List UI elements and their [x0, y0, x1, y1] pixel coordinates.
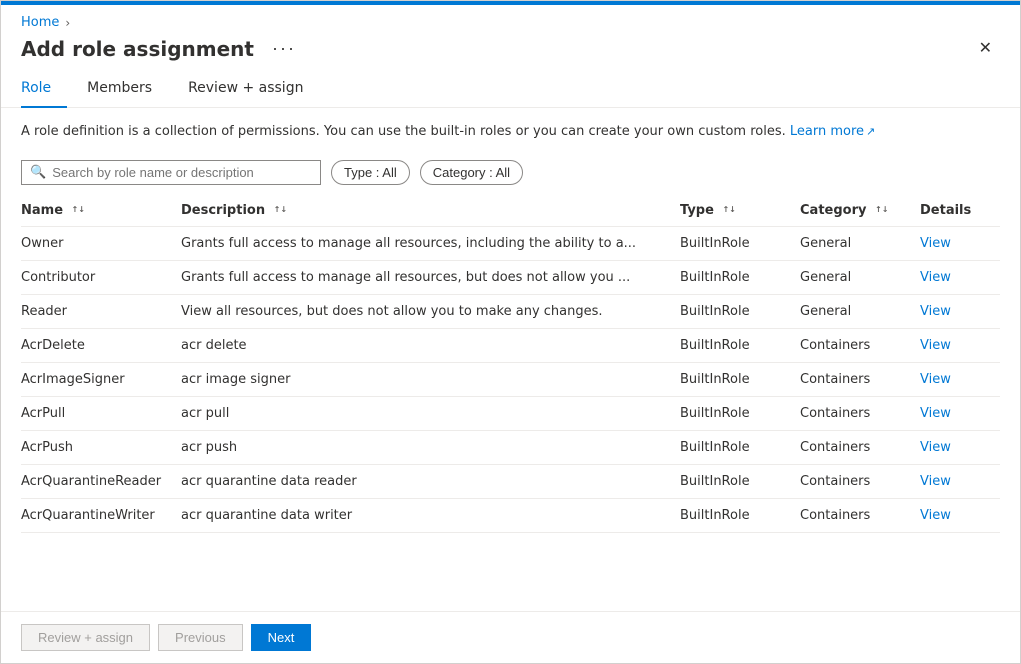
table-row[interactable]: AcrQuarantineWriteracr quarantine data w…: [21, 498, 1000, 532]
roles-table-container: Name ↑↓ Description ↑↓ Type ↑↓ Category …: [1, 195, 1020, 612]
main-window: Home › Add role assignment ··· ✕ Role Me…: [0, 0, 1021, 664]
table-body: OwnerGrants full access to manage all re…: [21, 226, 1000, 532]
cell-type: BuiltInRole: [680, 294, 800, 328]
cell-description: Grants full access to manage all resourc…: [181, 226, 680, 260]
roles-table: Name ↑↓ Description ↑↓ Type ↑↓ Category …: [21, 195, 1000, 533]
next-button[interactable]: Next: [251, 624, 312, 651]
cell-category: Containers: [800, 430, 920, 464]
cell-category: Containers: [800, 498, 920, 532]
cell-description: View all resources, but does not allow y…: [181, 294, 680, 328]
cell-category: Containers: [800, 362, 920, 396]
cell-type: BuiltInRole: [680, 464, 800, 498]
search-icon: 🔍: [30, 165, 46, 180]
learn-more-link[interactable]: Learn more↗: [790, 124, 875, 139]
cell-category: Containers: [800, 464, 920, 498]
cell-type: BuiltInRole: [680, 328, 800, 362]
cell-description: acr image signer: [181, 362, 680, 396]
cell-details-view-link[interactable]: View: [920, 430, 1000, 464]
breadcrumb-home-link[interactable]: Home: [21, 15, 59, 30]
cell-type: BuiltInRole: [680, 226, 800, 260]
tabs-container: Role Members Review + assign: [1, 71, 1020, 108]
cell-description: acr pull: [181, 396, 680, 430]
table-header-row: Name ↑↓ Description ↑↓ Type ↑↓ Category …: [21, 195, 1000, 227]
cell-category: Containers: [800, 396, 920, 430]
cell-details-view-link[interactable]: View: [920, 226, 1000, 260]
external-link-icon: ↗: [866, 125, 875, 138]
cell-category: General: [800, 294, 920, 328]
cell-details-view-link[interactable]: View: [920, 498, 1000, 532]
cell-type: BuiltInRole: [680, 430, 800, 464]
table-row[interactable]: ReaderView all resources, but does not a…: [21, 294, 1000, 328]
tab-review-assign[interactable]: Review + assign: [188, 72, 319, 108]
sort-icon-type: ↑↓: [722, 206, 735, 214]
cell-name: AcrPull: [21, 396, 181, 430]
cell-description: acr push: [181, 430, 680, 464]
cell-type: BuiltInRole: [680, 362, 800, 396]
description-text: A role definition is a collection of per…: [21, 124, 786, 139]
cell-category: General: [800, 260, 920, 294]
page-title: Add role assignment: [21, 37, 254, 61]
cell-name: AcrPush: [21, 430, 181, 464]
cell-details-view-link[interactable]: View: [920, 294, 1000, 328]
table-row[interactable]: ContributorGrants full access to manage …: [21, 260, 1000, 294]
category-filter-button[interactable]: Category : All: [420, 160, 523, 185]
cell-details-view-link[interactable]: View: [920, 260, 1000, 294]
cell-details-view-link[interactable]: View: [920, 328, 1000, 362]
table-row[interactable]: OwnerGrants full access to manage all re…: [21, 226, 1000, 260]
cell-name: Reader: [21, 294, 181, 328]
table-row[interactable]: AcrQuarantineReaderacr quarantine data r…: [21, 464, 1000, 498]
cell-type: BuiltInRole: [680, 260, 800, 294]
close-button[interactable]: ✕: [971, 37, 1000, 61]
sort-icon-category: ↑↓: [875, 206, 888, 214]
col-header-description[interactable]: Description ↑↓: [181, 195, 680, 227]
cell-name: AcrQuarantineWriter: [21, 498, 181, 532]
col-header-details: Details: [920, 195, 1000, 227]
table-row[interactable]: AcrDeleteacr deleteBuiltInRoleContainers…: [21, 328, 1000, 362]
cell-description: Grants full access to manage all resourc…: [181, 260, 680, 294]
col-header-category[interactable]: Category ↑↓: [800, 195, 920, 227]
breadcrumb-separator: ›: [65, 16, 70, 30]
table-row[interactable]: AcrPushacr pushBuiltInRoleContainersView: [21, 430, 1000, 464]
footer: Review + assign Previous Next: [1, 611, 1020, 663]
search-box: 🔍: [21, 160, 321, 185]
cell-name: AcrQuarantineReader: [21, 464, 181, 498]
description-area: A role definition is a collection of per…: [1, 108, 1020, 152]
review-assign-button[interactable]: Review + assign: [21, 624, 150, 651]
table-row[interactable]: AcrPullacr pullBuiltInRoleContainersView: [21, 396, 1000, 430]
cell-name: Contributor: [21, 260, 181, 294]
cell-description: acr quarantine data writer: [181, 498, 680, 532]
cell-name: AcrDelete: [21, 328, 181, 362]
type-filter-button[interactable]: Type : All: [331, 160, 410, 185]
sort-icon-description: ↑↓: [274, 206, 287, 214]
cell-name: AcrImageSigner: [21, 362, 181, 396]
ellipsis-button[interactable]: ···: [266, 36, 302, 61]
filter-row: 🔍 Type : All Category : All: [1, 152, 1020, 195]
table-row[interactable]: AcrImageSigneracr image signerBuiltInRol…: [21, 362, 1000, 396]
header-row: Add role assignment ··· ✕: [1, 34, 1020, 71]
col-header-name[interactable]: Name ↑↓: [21, 195, 181, 227]
cell-type: BuiltInRole: [680, 498, 800, 532]
breadcrumb: Home ›: [1, 5, 1020, 34]
cell-category: General: [800, 226, 920, 260]
cell-details-view-link[interactable]: View: [920, 464, 1000, 498]
cell-details-view-link[interactable]: View: [920, 362, 1000, 396]
cell-details-view-link[interactable]: View: [920, 396, 1000, 430]
sort-icon-name: ↑↓: [72, 206, 85, 214]
cell-description: acr quarantine data reader: [181, 464, 680, 498]
cell-description: acr delete: [181, 328, 680, 362]
cell-category: Containers: [800, 328, 920, 362]
col-header-type[interactable]: Type ↑↓: [680, 195, 800, 227]
search-input[interactable]: [52, 165, 312, 180]
cell-name: Owner: [21, 226, 181, 260]
cell-type: BuiltInRole: [680, 396, 800, 430]
tab-role[interactable]: Role: [21, 72, 67, 108]
tab-members[interactable]: Members: [87, 72, 168, 108]
previous-button[interactable]: Previous: [158, 624, 243, 651]
